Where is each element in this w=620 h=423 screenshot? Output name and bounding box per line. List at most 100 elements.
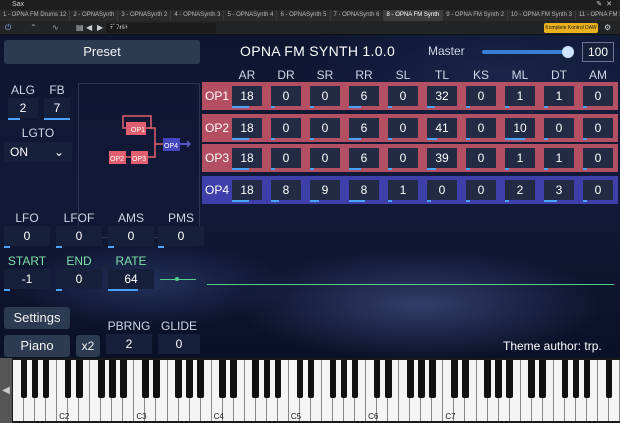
keyboard-scroll-left-icon[interactable]: ◀	[0, 358, 12, 423]
master-value[interactable]: 100	[582, 42, 614, 62]
piano-black-key[interactable]	[274, 360, 282, 398]
instrument-tab[interactable]: 9 - OPNA FM Synth 2	[443, 10, 508, 21]
piano-black-key[interactable]	[120, 360, 127, 398]
prev-preset-icon[interactable]: ◀	[86, 23, 92, 33]
param-ar-op1[interactable]: 18	[232, 86, 262, 108]
settings-button[interactable]: Settings	[4, 307, 70, 329]
piano-black-key[interactable]	[583, 360, 591, 398]
alg-value[interactable]: 2	[8, 98, 38, 118]
pbrng-value[interactable]: 2	[106, 334, 152, 354]
param-sr-op3[interactable]: 0	[310, 148, 340, 170]
param-rr-op3[interactable]: 6	[349, 148, 379, 170]
close-icon[interactable]: ✕	[606, 1, 616, 8]
routing-icon[interactable]: ⌃	[30, 23, 37, 33]
piano-black-key[interactable]	[429, 360, 436, 398]
param-dr-op3[interactable]: 0	[271, 148, 301, 170]
glide-value[interactable]: 0	[158, 334, 200, 354]
param-am-op1[interactable]: 0	[583, 86, 613, 108]
param-sl-op2[interactable]: 0	[388, 118, 418, 140]
env-value-start[interactable]: -1	[4, 269, 50, 289]
param-am-op4[interactable]: 0	[583, 180, 613, 202]
piano-black-key[interactable]	[462, 360, 469, 398]
param-ks-op2[interactable]: 0	[466, 118, 496, 140]
piano-black-key[interactable]	[142, 360, 149, 398]
pin-icon[interactable]: ✎	[596, 1, 606, 8]
piano-black-key[interactable]	[219, 360, 226, 398]
instrument-tab[interactable]: 4 - OPNASynth 3	[171, 10, 225, 21]
lfo-value-lfo[interactable]: 0	[4, 226, 50, 246]
piano-black-key[interactable]	[484, 360, 491, 398]
host-badge[interactable]: Komplete Kontrol DAW	[544, 23, 598, 33]
piano-black-key[interactable]	[506, 360, 513, 398]
param-ml-op2[interactable]: 10	[505, 118, 535, 140]
param-ml-op3[interactable]: 1	[505, 148, 535, 170]
next-preset-icon[interactable]: ▶	[97, 23, 103, 33]
param-ks-op3[interactable]: 0	[466, 148, 496, 170]
param-ml-op4[interactable]: 2	[505, 180, 535, 202]
instrument-tab[interactable]: 6 - OPNASynth 5	[277, 10, 331, 21]
piano-black-key[interactable]	[451, 360, 458, 398]
param-sr-op4[interactable]: 9	[310, 180, 340, 202]
param-ar-op3[interactable]: 18	[232, 148, 262, 170]
param-sl-op4[interactable]: 1	[388, 180, 418, 202]
param-tl-op4[interactable]: 0	[427, 180, 457, 202]
param-dt-op1[interactable]: 1	[544, 86, 574, 108]
power-icon[interactable]: ⏻	[5, 23, 11, 33]
piano-black-key[interactable]	[20, 360, 28, 398]
piano-black-key[interactable]	[153, 360, 160, 398]
param-dr-op4[interactable]: 8	[271, 180, 301, 202]
piano-black-key[interactable]	[97, 360, 105, 398]
piano-black-key[interactable]	[64, 360, 72, 398]
param-ml-op1[interactable]: 1	[505, 86, 535, 108]
piano-black-key[interactable]	[42, 360, 50, 398]
piano-black-key[interactable]	[307, 360, 315, 398]
piano-button[interactable]: Piano	[4, 335, 70, 357]
lfo-value-lfof[interactable]: 0	[56, 226, 102, 246]
param-ks-op4[interactable]: 0	[466, 180, 496, 202]
fb-value[interactable]: 7	[44, 98, 70, 118]
piano-black-key[interactable]	[418, 360, 425, 398]
piano-black-key[interactable]	[329, 360, 337, 398]
piano-black-key[interactable]	[75, 360, 83, 398]
param-rr-op1[interactable]: 6	[349, 86, 379, 108]
param-sl-op3[interactable]: 0	[388, 148, 418, 170]
piano-black-key[interactable]	[296, 360, 304, 398]
piano-black-key[interactable]	[197, 360, 204, 398]
param-ar-op2[interactable]: 18	[232, 118, 262, 140]
instrument-tab[interactable]: 10 - OPNA FM Synth 3	[508, 10, 576, 21]
piano-black-key[interactable]	[373, 360, 381, 398]
param-ar-op4[interactable]: 18	[232, 180, 262, 202]
piano-black-key[interactable]	[186, 360, 193, 398]
lfo-value-ams[interactable]: 0	[108, 226, 154, 246]
instrument-tab[interactable]: 2 - OPNASynth	[70, 10, 119, 21]
param-sl-op1[interactable]: 0	[388, 86, 418, 108]
param-dt-op4[interactable]: 3	[544, 180, 574, 202]
instrument-tab[interactable]: 1 - OPNA FM Drums 12	[0, 10, 71, 21]
master-slider-handle[interactable]	[562, 46, 574, 58]
instrument-tab[interactable]: 8 - OPNA FM Synth	[383, 10, 444, 21]
param-dr-op1[interactable]: 0	[271, 86, 301, 108]
lgto-dropdown[interactable]: ON ⌄	[4, 142, 72, 162]
piano-black-key[interactable]	[605, 360, 613, 398]
gear-icon[interactable]: ⚙	[604, 23, 611, 33]
piano-black-key[interactable]	[109, 360, 116, 398]
param-tl-op2[interactable]: 41	[427, 118, 457, 140]
param-rr-op2[interactable]: 6	[349, 118, 379, 140]
preset-button[interactable]: Preset	[4, 40, 200, 64]
piano-black-key[interactable]	[561, 360, 569, 398]
piano-black-key[interactable]	[539, 360, 547, 398]
piano-black-key[interactable]	[340, 360, 348, 398]
param-am-op3[interactable]: 0	[583, 148, 613, 170]
param-tl-op3[interactable]: 39	[427, 148, 457, 170]
host-preset-selector[interactable]: ﾃﾞﾌｫﾙﾄ	[106, 23, 216, 33]
piano-black-key[interactable]	[351, 360, 359, 398]
param-am-op2[interactable]: 0	[583, 118, 613, 140]
env-value-end[interactable]: 0	[56, 269, 102, 289]
piano-black-key[interactable]	[175, 360, 182, 398]
param-ks-op1[interactable]: 0	[466, 86, 496, 108]
param-sr-op1[interactable]: 0	[310, 86, 340, 108]
param-tl-op1[interactable]: 32	[427, 86, 457, 108]
piano-black-key[interactable]	[407, 360, 414, 398]
param-dt-op3[interactable]: 1	[544, 148, 574, 170]
instrument-tab[interactable]: 3 - OPNASynth 2	[118, 10, 172, 21]
